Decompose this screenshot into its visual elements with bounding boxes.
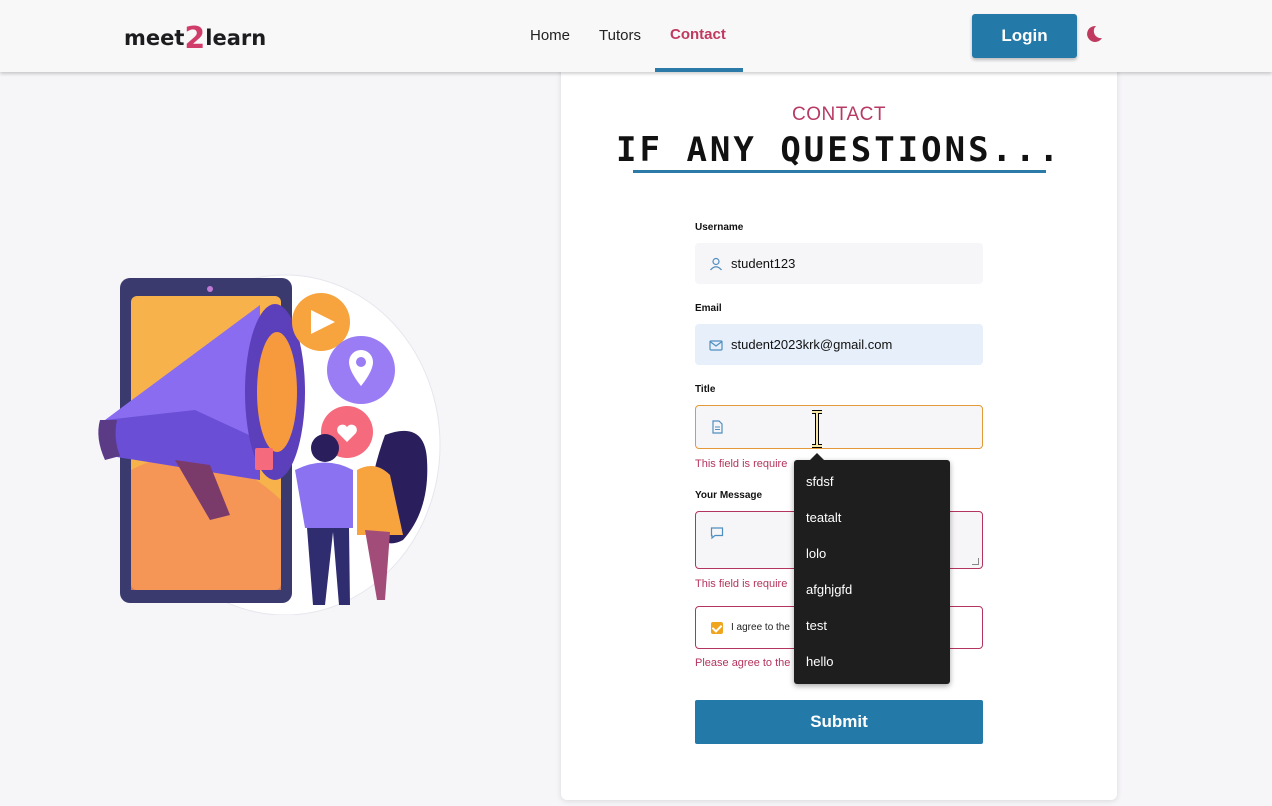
email-field[interactable]: student2023krk@gmail.com [695,324,983,365]
autocomplete-option[interactable]: teatalt [794,500,950,536]
submit-button[interactable]: Submit [695,700,983,744]
logo[interactable]: meet2learn [124,18,267,56]
message-label: Your Message [695,490,763,501]
logo-part-meet: meet [124,26,185,50]
document-icon [712,420,723,434]
resize-handle[interactable] [972,558,979,565]
section-label: CONTACT [792,104,886,125]
title-underline [633,170,1046,173]
top-navbar: meet2learn Home Tutors Contact Login [0,0,1272,72]
autocomplete-option[interactable]: lolo [794,536,950,572]
login-button[interactable]: Login [972,14,1077,58]
username-field[interactable]: student123 [695,243,983,284]
mail-icon [709,339,723,351]
agree-checkbox[interactable] [711,621,723,634]
username-value: student123 [731,256,796,271]
chat-icon [710,527,724,540]
nav-contact-link[interactable]: Contact [670,26,726,43]
moon-icon[interactable] [1084,24,1104,44]
text-cursor-icon [812,410,822,448]
autocomplete-dropdown: sfdsf teatalt lolo afghjgfd test hello [794,453,950,684]
contact-card: CONTACT IF ANY QUESTIONS... Username stu… [561,60,1117,800]
megaphone-illustration [98,274,441,615]
title-error: This field is require [695,458,788,470]
title-field[interactable] [695,405,983,449]
autocomplete-option[interactable]: afghjgfd [794,572,950,608]
autocomplete-option[interactable]: test [794,608,950,644]
active-nav-indicator [655,68,743,72]
user-icon [710,257,722,270]
page-title: IF ANY QUESTIONS... [616,130,1062,170]
email-label: Email [695,303,722,314]
logo-part-2: 2 [184,21,206,56]
agree-error: Please agree to the [695,657,791,669]
autocomplete-option[interactable]: hello [794,644,950,680]
logo-part-learn: learn [205,26,267,50]
username-label: Username [695,222,744,233]
agree-label: I agree to the [731,622,790,633]
autocomplete-option[interactable]: sfdsf [794,464,950,500]
email-value: student2023krk@gmail.com [731,337,893,352]
nav-home-link[interactable]: Home [530,27,570,44]
title-label: Title [695,384,716,395]
nav-tutors-link[interactable]: Tutors [599,27,641,44]
message-error: This field is require [695,578,788,590]
